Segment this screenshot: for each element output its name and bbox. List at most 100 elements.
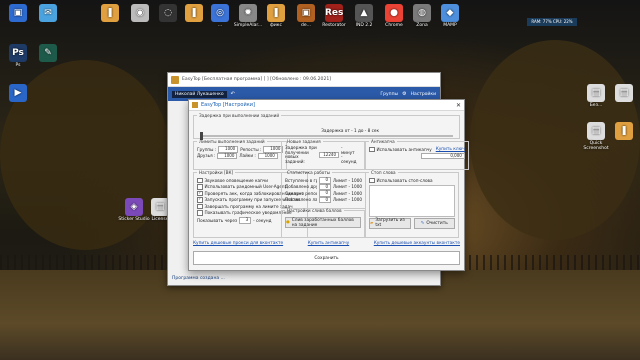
setting-checkbox[interactable] [197,203,203,209]
setting-checkbox[interactable] [197,184,203,190]
delay-group: Задержка при выполнении заданий Задержка… [193,113,460,140]
app-shortcut-icon: ◉ [131,4,149,22]
desktop-icon-label: de... [301,23,311,28]
save-button[interactable]: Сохранить [193,251,460,265]
desktop-icon-label: IND 2.2 [355,23,373,28]
anticaptcha-label: Использовать антикапчу [376,146,432,152]
friends-limit-input[interactable]: 1000 [217,152,238,159]
balance-legend: Настройки слива баллов [287,208,342,213]
app-shortcut-icon: ▤ [587,122,605,140]
app-shortcut-icon: Res [325,4,343,22]
app-shortcut-icon: Ps [9,44,27,62]
show-label: Показывать через [197,217,238,223]
desktop-icon-label: MAMP [443,23,457,28]
limits-group: Лимиты выполнения заданий Группы : 1000 … [193,139,288,170]
app-shortcut-icon: ◍ [413,4,431,22]
back-arrow-icon[interactable]: ↶ [231,91,235,97]
desktop-icon-label: ... [217,23,223,28]
app-shortcut-icon: ● [385,4,403,22]
desktop-icon[interactable]: ❚ [606,122,640,141]
delay-legend: Задержка при выполнении заданий [199,113,280,118]
folder-icon: ▰ [370,220,374,226]
desktop-icon-label: Chrome [385,23,403,28]
stats-label: Вступлено в группы : [285,177,317,183]
system-tray-widget: RAM: 77% CPU: 22% [527,18,577,26]
buy-accounts-link[interactable]: Купить дешевые аккаунты вконтакте [374,241,460,246]
stats-label: Добавлено друзей : [285,184,317,190]
buy-anticaptcha-link[interactable]: Купить антикапчу [308,241,349,246]
bottom-links: Купить дешевые прокси для вконтакте Купи… [193,241,460,246]
drain-points-button[interactable]: ● Слив заработанных баллов на задание [285,217,361,228]
stats-limit: Лимит - 1000 [333,177,363,183]
stop-words-legend: Стоп слова [371,170,396,175]
drain-points-label: Слив заработанных баллов на задание [291,217,354,228]
setting-checkbox[interactable] [197,210,203,216]
desktop-icon[interactable]: ◆ MAMP [432,4,468,28]
load-txt-button[interactable]: ▰ Загрузить из txt [369,217,411,229]
delay-slider[interactable] [200,132,453,140]
desktop-icon-label: Restorator [322,23,346,28]
app-shortcut-icon: ✹ [239,4,257,22]
app-shortcut-icon: ▤ [587,84,605,102]
stats-limit: Лимит - 1000 [333,184,363,190]
show-seconds-input[interactable]: 3 [239,217,252,224]
stats-row: Поставлено лайков :0Лимит - 1000 [285,196,363,203]
setting-label: Показывать графическое уведомление [204,210,292,216]
anticaptcha-group: Антикапча Использовать антикапчу Купить … [365,139,469,170]
setting-label: Звуковое оповещение капчи [204,177,268,183]
likes-limit-input[interactable]: 1000 [257,152,278,159]
limit-label: Лайки : [239,153,256,159]
desktop-icon[interactable]: ✉ [30,4,66,23]
stop-words-group: Стоп слова Использовать стоп-слова ▰ Заг… [365,170,459,238]
app-shortcut-icon: ◈ [125,198,143,216]
clear-button[interactable]: ✎ Очистить [413,217,455,229]
setting-checkbox[interactable]: ✓ [197,197,203,203]
balance-group: Настройки слива баллов ● Слив заработанн… [281,208,365,238]
anticaptcha-key-input[interactable]: 0,000 [420,152,465,159]
desktop-icon-label: Ps [15,63,21,68]
new-tasks-legend: Новые задания [287,139,321,144]
app-shortcut-icon: ▤ [615,84,633,102]
setting-label: Завершать программу на лимите задач [204,203,293,209]
buy-key-link[interactable]: Купить ключ [436,147,465,152]
app-shortcut-icon: ▶ [9,84,27,102]
groups-link[interactable]: Группы [380,92,398,97]
setting-checkbox[interactable]: ✓ [197,190,203,196]
app-shortcut-icon: ✎ [39,44,57,62]
dialog-titlebar[interactable]: EasyTop [Настройки] ✕ [189,100,464,111]
new-tasks-label: Задержка при получении новых заданий: [285,145,317,164]
new-tasks-input[interactable]: 12240 [319,151,339,159]
app-shortcut-icon: ❚ [101,4,119,22]
account-name[interactable]: Николай Лукашенко [172,90,227,98]
app-shortcut-icon: ✉ [39,4,57,22]
app-shortcut-icon: ▣ [9,4,27,22]
stats-label: Сделано репостов : [285,190,317,196]
anticaptcha-checkbox[interactable] [369,146,375,152]
stop-words-checkbox[interactable] [369,177,375,183]
settings-link[interactable]: Настройки [411,92,436,97]
app-shortcut-icon: ▣ [297,4,315,22]
buy-proxy-link[interactable]: Купить дешевые прокси для вконтакте [193,241,283,246]
setting-checkbox[interactable] [197,177,203,183]
show-unit: - секунд [253,217,272,223]
desktop-icon-label: фикс [270,23,282,28]
stop-words-label: Использовать стоп-слова [376,177,433,183]
stats-limit: Лимит - 1000 [333,197,363,203]
app-shortcut-icon: ◆ [441,4,459,22]
stats-legend: Статистика работы [287,170,331,175]
app-shortcut-icon: ▲ [355,4,373,22]
coins-icon: ● [286,220,290,225]
gear-icon[interactable]: ⚙ [402,91,406,97]
stop-words-textarea[interactable] [369,184,455,217]
main-titlebar[interactable]: EasyTop [Бесплатная программа] [ ] [Обно… [168,73,440,87]
app-icon [171,75,179,84]
close-icon[interactable]: ✕ [456,102,461,109]
new-tasks-group: Новые задания Задержка при получении нов… [281,139,365,170]
desktop-icon[interactable]: ✎ [30,44,66,63]
app-shortcut-icon: ❚ [615,122,633,140]
desktop-icon-label: License [151,217,169,222]
clear-label: Очистить [426,220,448,226]
desktop-icon[interactable]: ▤ [606,84,640,103]
save-label: Сохранить [314,255,339,261]
desktop-icon[interactable]: ▶ [0,84,36,103]
